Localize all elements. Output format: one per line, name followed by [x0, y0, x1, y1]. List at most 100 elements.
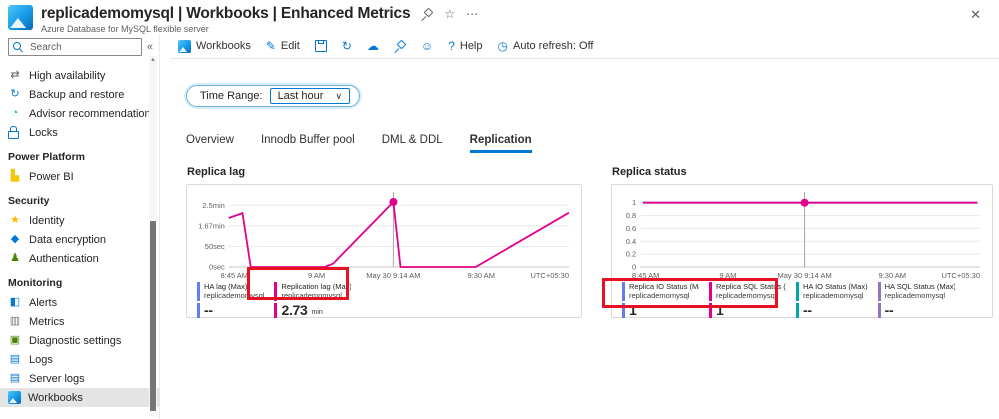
legend-value: 1 [629, 302, 637, 318]
time-range-label: Time Range: [200, 90, 263, 102]
legend-series-name: HA IO Status (Max) [803, 282, 868, 291]
sidebar-section-power-platform: Power Platform [8, 151, 86, 163]
search-icon [13, 41, 24, 53]
chart-title: Replica status [612, 166, 687, 178]
sidebar-item-logs[interactable]: ▤ Logs [0, 350, 159, 369]
chevron-down-icon: ∨ [335, 90, 343, 101]
favorite-star-icon[interactable]: ☆ [444, 8, 455, 20]
legend-item-ha-lag-max[interactable]: HA lag (Max) replicademomysql -- [197, 282, 264, 318]
toolbar-label: Help [459, 40, 483, 52]
legend-value: -- [884, 302, 894, 318]
toolbar-refresh-icon[interactable]: ↻ [342, 40, 352, 52]
backup-restore-icon: ↻ [10, 88, 20, 100]
svg-text:May 30 9:14 AM: May 30 9:14 AM [366, 271, 420, 280]
legend-color-bar [197, 302, 200, 318]
sidebar-scrollbar[interactable]: ▲ [149, 56, 157, 417]
toolbar-workbooks[interactable]: Workbooks [178, 39, 251, 53]
replica-status-chart: Replica status 1 0.8 0.6 0.4 0.2 0 8:45 AM 9 AM… [602, 166, 993, 318]
sidebar-item-workbooks[interactable]: Workbooks [0, 388, 159, 407]
page-subtitle: Azure Database for MySQL flexible server [41, 24, 209, 34]
toolbar-help[interactable]: ? Help [448, 40, 482, 52]
svg-text:0.4: 0.4 [626, 237, 636, 246]
workbook-content: Workbooks ✎ Edit ↻ ☁ ☺ ? Help ◷ Auto refresh: Off… [160, 34, 999, 419]
legend-resource-name: replicademomysql [884, 291, 946, 300]
sidebar-item-metrics[interactable]: ▥ Metrics [0, 312, 159, 331]
time-range-pill[interactable]: Time Range: Last hour ∨ [186, 85, 361, 107]
svg-text:8:45 AM: 8:45 AM [632, 271, 660, 280]
legend-color-bar [622, 282, 625, 301]
identity-icon: ★ [10, 214, 20, 226]
legend-item-ha-sql-status-max[interactable]: HA SQL Status (Max) replicademomysql -- [877, 282, 955, 318]
tab-overview[interactable]: Overview [186, 134, 234, 153]
svg-text:0.6: 0.6 [626, 224, 636, 233]
feedback-smiley-icon: ☺ [420, 39, 434, 53]
legend-color-bar [197, 282, 200, 301]
tab-dml-ddl[interactable]: DML & DDL [382, 134, 443, 153]
toolbar-auto-refresh-off[interactable]: ◷ Auto refresh: Off [498, 40, 594, 52]
legend-item-replication-lag-max[interactable]: Replication lag (Max) replicademomysql 2.7… [274, 282, 351, 318]
chart-plot[interactable]: 10.80.60.40.208:45 AM 9 AM May 30 9:14 AM 9… [620, 189, 986, 281]
workbook-resource-icon [8, 5, 33, 30]
sidebar-item-advisor-recommendations[interactable]: ◔ Advisor recommendations [0, 104, 159, 123]
legend-item-ha-io-status-max[interactable]: HA IO Status (Max) replicademomysql -- [796, 282, 868, 318]
scrollbar-thumb[interactable] [150, 221, 156, 411]
sidebar-item-high-availability[interactable]: ⇄ High availability [0, 66, 159, 85]
sidebar-item-diagnostic-settings[interactable]: ▣ Diagnostic settings [0, 331, 159, 350]
pin-icon[interactable] [421, 8, 433, 20]
page-title: replicademomysql | Workbooks | Enhanced … [41, 5, 411, 22]
legend-item-replica-io-status-max[interactable]: Replica IO Status (Max)replicademomysql 1 [622, 282, 699, 318]
workbooks-icon [178, 39, 191, 53]
toolbar-save-icon[interactable] [314, 40, 327, 52]
scroll-up-icon[interactable]: ▲ [149, 56, 157, 65]
sidebar-search[interactable] [8, 38, 142, 56]
chart-legend: Replica IO Status (Max)replicademomysql1… [620, 282, 984, 318]
save-icon [314, 40, 327, 52]
edit-pencil-icon: ✎ [265, 39, 276, 53]
chart-legend: HA lag (Max) replicademomysql -- Replicatio… [195, 282, 573, 318]
data-encryption-icon: ◆ [10, 233, 20, 245]
authentication-icon: ♟ [10, 252, 20, 264]
legend-color-bar [274, 302, 278, 318]
tab-bar: Overview Innodb Buffer pool DML & DDL Repli… [186, 134, 999, 153]
close-icon[interactable]: ✕ [962, 5, 989, 25]
sidebar-item-alerts[interactable]: ◧ Alerts [0, 293, 159, 312]
legend-unit: min [311, 309, 323, 316]
legend-series-name: Replication lag (Max) [281, 282, 352, 291]
refresh-icon: ↻ [341, 39, 352, 53]
legend-value: 1 [716, 302, 724, 318]
svg-text:9 AM: 9 AM [719, 271, 736, 280]
tab-innodb-buffer-pool[interactable]: Innodb Buffer pool [261, 134, 355, 153]
sidebar-item-backup-and-restore[interactable]: ↻ Backup and restore [0, 85, 159, 104]
high-availability-icon: ⇄ [10, 69, 20, 81]
chart-title: Replica lag [187, 166, 246, 178]
sidebar-item-locks[interactable]: Locks [0, 123, 159, 142]
svg-text:50sec: 50sec [205, 242, 225, 251]
sidebar-item-label: Backup and restore [29, 88, 125, 101]
replica-lag-chart: Replica lag 2.5min 1.67min 50sec 0sec 8:45 A… [186, 166, 582, 318]
sidebar-item-label: Workbooks [28, 391, 83, 404]
sidebar-item-data-encryption[interactable]: ◆ Data encryption [0, 230, 159, 249]
legend-item-replica-sql-status[interactable]: Replica SQL Status (... replicademomysql 1 [709, 282, 786, 318]
search-input[interactable] [28, 40, 137, 54]
toolbar-edit[interactable]: ✎ Edit [266, 40, 300, 52]
toolbar-pin-icon[interactable] [394, 40, 406, 52]
sidebar-item-label: Data encryption [29, 233, 107, 246]
sidebar-section-monitoring: Monitoring [8, 277, 63, 289]
series-marker-dot [389, 197, 398, 206]
more-icon[interactable]: ⋯ [466, 8, 478, 20]
svg-text:1: 1 [632, 198, 636, 207]
svg-text:9:30 AM: 9:30 AM [467, 271, 495, 280]
collapse-sidebar-button[interactable]: « [147, 41, 153, 53]
legend-value: -- [204, 302, 213, 318]
sidebar-item-authentication[interactable]: ♟ Authentication [0, 249, 159, 268]
svg-text:UTC+05:30: UTC+05:30 [530, 271, 569, 280]
sidebar-item-power-bi[interactable]: ▙ Power BI [0, 167, 159, 186]
toolbar-feedback-smiley-icon[interactable]: ☺ [421, 40, 433, 52]
toolbar-cloud-icon[interactable]: ☁ [367, 40, 379, 52]
tab-replication[interactable]: Replication [469, 134, 532, 153]
sidebar-item-identity[interactable]: ★ Identity [0, 211, 159, 230]
chart-plot[interactable]: 2.5min1.67min50sec0sec8:45 AM 9 AM May 30 … [195, 189, 575, 281]
time-range-select[interactable]: Last hour ∨ [269, 88, 351, 104]
legend-value: -- [803, 302, 812, 318]
sidebar-item-server-logs[interactable]: ▤ Server logs [0, 369, 159, 388]
